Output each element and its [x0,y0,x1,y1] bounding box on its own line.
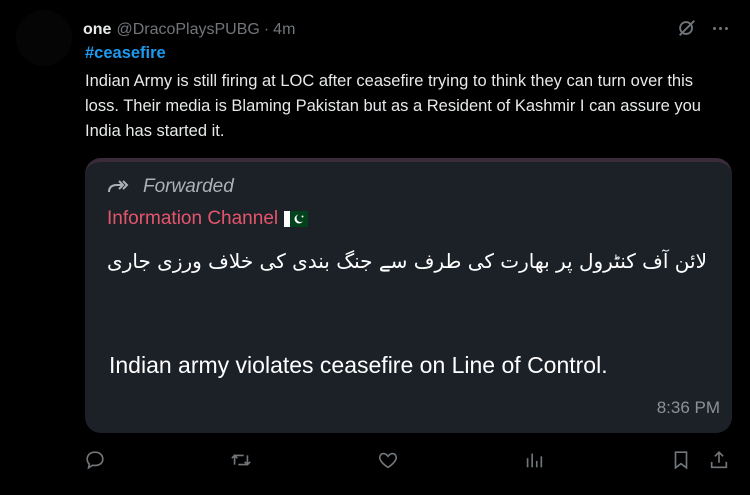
grok-icon[interactable] [676,17,698,39]
share-icon[interactable] [708,449,732,473]
channel-header: Information Channel [107,208,309,230]
bookmark-icon[interactable] [670,449,694,473]
pakistan-flag-icon [284,211,309,227]
forwarded-label: Forwarded [143,176,234,197]
forwarded-header: Forwarded [107,176,234,198]
display-name[interactable]: one [83,21,111,39]
reply-icon[interactable] [84,449,108,473]
message-time: 8:36 PM [656,398,720,417]
avatar[interactable] [16,10,72,66]
tweet-text: Indian Army is still firing at LOC after… [85,72,701,140]
attached-image-card[interactable]: Forwarded Information Channel لائن آف کن… [85,158,732,433]
retweet-icon[interactable] [230,449,254,473]
tweet[interactable]: one @DracoPlaysPUBG · 4m #ceasefire Indi… [0,0,750,495]
channel-name: Information Channel [107,208,279,229]
user-handle[interactable]: @DracoPlaysPUBG [116,21,259,39]
views-icon[interactable] [523,449,547,473]
more-icon[interactable] [709,17,731,39]
forward-icon [108,180,129,193]
like-icon[interactable] [377,449,401,473]
separator-dot: · [263,21,270,38]
hashtag-link[interactable]: #ceasefire [85,44,166,63]
tweet-time[interactable]: 4m [273,21,295,39]
urdu-message: لائن آف کنٹرول پر بھارت کی طرف سے جنگ بن… [107,249,707,273]
tweet-header: one @DracoPlaysPUBG · 4m [83,19,295,41]
action-bar [0,449,750,475]
english-message: Indian army violates ceasefire on Line o… [109,352,608,378]
